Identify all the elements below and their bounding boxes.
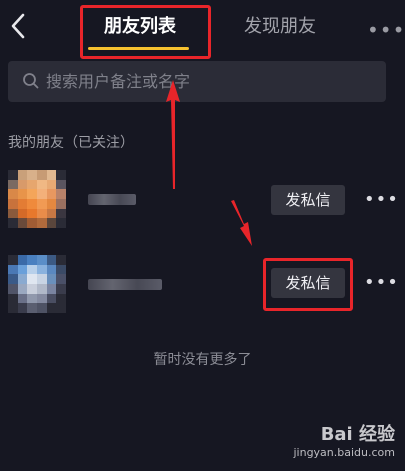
avatar[interactable] — [8, 255, 66, 313]
more-horizontal-icon[interactable]: ••• — [364, 272, 399, 293]
chevron-left-icon[interactable] — [6, 12, 30, 40]
tab-discover-friends[interactable]: 发现朋友 — [244, 14, 316, 40]
watermark: Bai 经验 jingyan.baidu.com — [293, 420, 395, 459]
more-horizontal-icon[interactable]: ••• — [364, 189, 399, 210]
friend-name — [88, 279, 162, 290]
watermark-url: jingyan.baidu.com — [293, 446, 395, 459]
friend-name — [88, 194, 136, 205]
more-horizontal-icon[interactable]: ••• — [367, 18, 405, 42]
empty-state-text: 暂时没有更多了 — [153, 352, 252, 368]
search-input[interactable]: 搜索用户备注或名字 — [8, 61, 386, 102]
search-placeholder: 搜索用户备注或名字 — [46, 72, 191, 91]
avatar[interactable] — [8, 170, 66, 228]
send-message-button[interactable]: 发私信 — [271, 185, 345, 215]
annotation-arrow-down — [231, 200, 252, 246]
watermark-logo: Bai 经验 — [320, 424, 395, 445]
annotation-box-message-button — [263, 258, 353, 311]
section-title: 我的朋友（已关注） — [8, 135, 134, 151]
annotation-box-tab — [80, 5, 211, 59]
search-icon — [23, 73, 39, 89]
